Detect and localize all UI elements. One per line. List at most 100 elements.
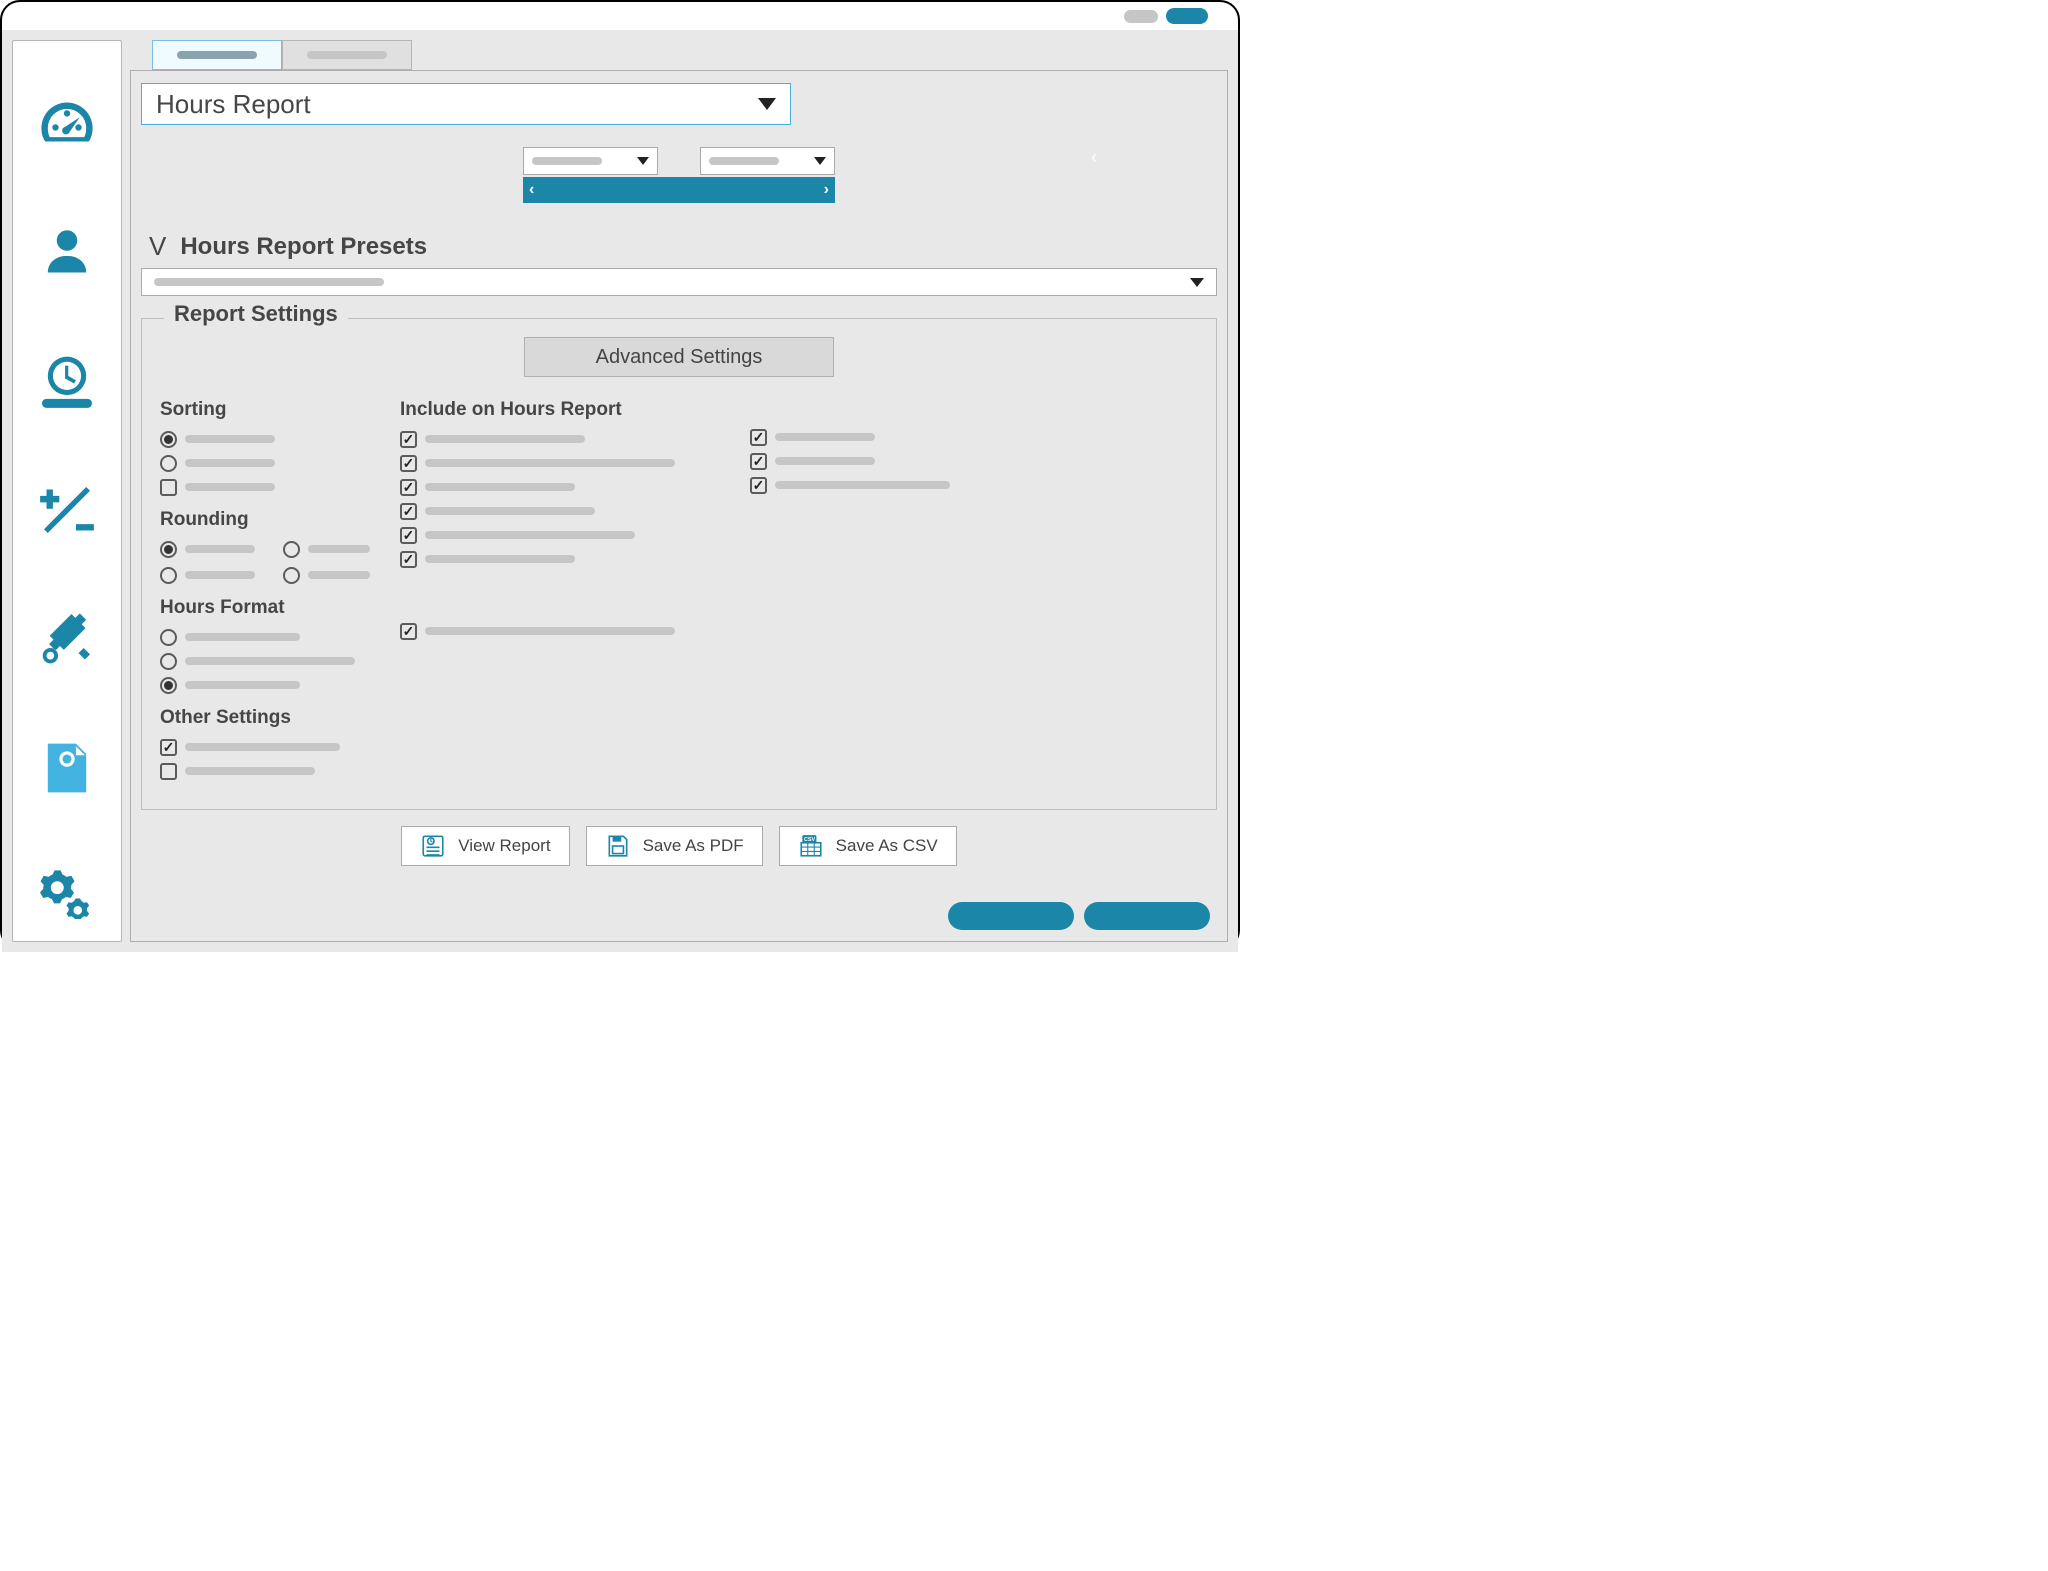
chevron-down-icon — [814, 157, 826, 165]
group-label-hours-format: Hours Format — [160, 597, 400, 619]
hours-format-option-1[interactable] — [160, 649, 400, 673]
include-option-b2[interactable] — [750, 473, 1010, 497]
include-option-extra[interactable] — [400, 619, 750, 643]
checkbox-icon — [160, 739, 177, 756]
presets-header[interactable]: V Hours Report Presets — [141, 231, 1217, 262]
sidebar-item-tools[interactable] — [35, 607, 99, 676]
sorting-option-0[interactable] — [160, 427, 400, 451]
preset-select[interactable] — [141, 268, 1217, 296]
other-option-0[interactable] — [160, 735, 400, 759]
option-label-placeholder — [425, 459, 675, 467]
chevron-down-icon — [1190, 278, 1204, 287]
checkbox-icon — [400, 455, 417, 472]
other-option-1[interactable] — [160, 759, 400, 783]
gauge-icon — [35, 91, 99, 155]
radio-icon — [160, 567, 177, 584]
checkbox-icon — [400, 551, 417, 568]
report-view-icon — [420, 833, 446, 859]
sorting-option-2[interactable] — [160, 475, 400, 499]
action-buttons: View Report Save As PDF CSV Save As CSV — [141, 826, 1217, 866]
include-option-a3[interactable] — [400, 499, 750, 523]
option-label-placeholder — [425, 627, 675, 635]
date-from-select[interactable] — [523, 147, 658, 175]
chevron-right-icon[interactable]: › — [824, 181, 829, 199]
group-label-include: Include on Hours Report — [400, 399, 750, 421]
option-label-placeholder — [185, 633, 300, 641]
view-report-button[interactable]: View Report — [401, 826, 569, 866]
rounding-option-2[interactable] — [160, 563, 277, 587]
include-option-b0[interactable] — [750, 425, 1010, 449]
report-settings-fieldset: Report Settings Advanced Settings Sortin… — [141, 318, 1217, 810]
option-label-placeholder — [425, 531, 635, 539]
option-label-placeholder — [425, 483, 575, 491]
hours-format-option-0[interactable] — [160, 625, 400, 649]
include-option-a4[interactable] — [400, 523, 750, 547]
option-label-placeholder — [185, 545, 255, 553]
footer-buttons — [948, 902, 1210, 930]
checkbox-icon — [400, 623, 417, 640]
expand-icon: V — [149, 231, 166, 262]
sidebar-item-adjust[interactable] — [35, 478, 99, 547]
sidebar-item-time[interactable] — [35, 349, 99, 418]
rounding-option-3[interactable] — [283, 563, 400, 587]
save-pdf-button[interactable]: Save As PDF — [586, 826, 763, 866]
sidebar-item-reports[interactable] — [35, 736, 99, 805]
checkbox-icon — [160, 479, 177, 496]
rounding-option-0[interactable] — [160, 537, 277, 561]
include-option-a1[interactable] — [400, 451, 750, 475]
tab-1[interactable] — [152, 40, 282, 70]
option-label-placeholder — [425, 555, 575, 563]
tools-icon — [35, 607, 99, 671]
footer-button-2[interactable] — [1084, 902, 1210, 930]
sidebar-item-settings[interactable] — [40, 865, 94, 924]
sidebar-item-user[interactable] — [35, 220, 99, 289]
fieldset-legend: Report Settings — [164, 301, 348, 327]
report-type-select[interactable]: Hours Report — [141, 83, 791, 125]
include-option-b1[interactable] — [750, 449, 1010, 473]
option-label-placeholder — [185, 483, 275, 491]
gears-icon — [40, 865, 94, 919]
checkbox-icon — [400, 527, 417, 544]
save-icon — [605, 833, 631, 859]
radio-icon — [160, 431, 177, 448]
option-label-placeholder — [308, 571, 370, 579]
sorting-option-1[interactable] — [160, 451, 400, 475]
footer-button-1[interactable] — [948, 902, 1074, 930]
sidebar — [12, 40, 122, 942]
hours-format-option-2[interactable] — [160, 673, 400, 697]
option-label-placeholder — [775, 481, 950, 489]
rounding-option-1[interactable] — [283, 537, 400, 561]
radio-icon — [160, 541, 177, 558]
option-label-placeholder — [775, 433, 875, 441]
option-label-placeholder — [425, 435, 585, 443]
include-option-a0[interactable] — [400, 427, 750, 451]
tabs — [130, 40, 1228, 70]
radio-icon — [283, 567, 300, 584]
option-label-placeholder — [185, 743, 340, 751]
checkbox-icon — [400, 431, 417, 448]
tab-2[interactable] — [282, 40, 412, 70]
option-label-placeholder — [185, 435, 275, 443]
include-option-a5[interactable] — [400, 547, 750, 571]
group-label-sorting: Sorting — [160, 399, 400, 421]
checkbox-icon — [750, 453, 767, 470]
checkbox-icon — [750, 477, 767, 494]
sidebar-item-dashboard[interactable] — [35, 91, 99, 160]
radio-icon — [160, 653, 177, 670]
option-label-placeholder — [425, 507, 595, 515]
chevron-down-icon — [758, 98, 776, 110]
chevron-left-icon[interactable]: ‹ — [529, 181, 534, 199]
clock-wrench-icon — [35, 349, 99, 413]
date-to-select[interactable] — [700, 147, 835, 175]
radio-icon — [160, 629, 177, 646]
advanced-settings-button[interactable]: Advanced Settings — [524, 337, 834, 377]
date-range-bar[interactable]: ‹ › — [523, 177, 835, 203]
chevron-down-icon — [637, 157, 649, 165]
main-content: Hours Report ‹ › — [130, 40, 1228, 942]
save-csv-button[interactable]: CSV Save As CSV — [779, 826, 957, 866]
checkbox-icon — [400, 503, 417, 520]
view-report-label: View Report — [458, 836, 550, 856]
plus-minus-icon — [35, 478, 99, 542]
checkbox-icon — [750, 429, 767, 446]
include-option-a2[interactable] — [400, 475, 750, 499]
